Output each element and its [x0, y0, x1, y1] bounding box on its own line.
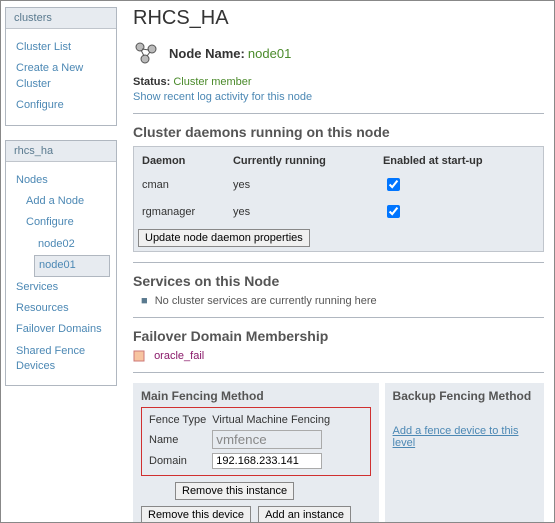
nav-create-cluster[interactable]: Create a New Cluster — [16, 58, 106, 95]
daemon-enabled-checkbox[interactable] — [387, 178, 400, 191]
daemons-title: Cluster daemons running on this node — [133, 124, 544, 140]
fence-config-highlight: Fence Type Virtual Machine Fencing Name … — [141, 407, 371, 476]
add-instance-button[interactable]: Add an instance — [258, 506, 351, 522]
services-none-text: No cluster services are currently runnin… — [155, 295, 377, 307]
failover-domain-link[interactable]: oracle_fail — [148, 350, 204, 362]
fence-name-field — [212, 430, 322, 449]
node-header: Node Name: node01 — [133, 40, 544, 66]
daemon-enabled-checkbox[interactable] — [387, 205, 400, 218]
node-name-value: node01 — [248, 46, 291, 61]
main-fencing-title: Main Fencing Method — [141, 389, 371, 403]
log-activity-link[interactable]: Show recent log activity for this node — [133, 91, 312, 103]
add-fence-device-backup-link[interactable]: Add a fence device to this level — [393, 425, 536, 449]
fence-domain-input[interactable] — [212, 453, 322, 469]
clusters-panel-head: clusters — [6, 8, 116, 29]
fence-type-value: Virtual Machine Fencing — [209, 412, 333, 428]
failover-icon — [133, 350, 145, 362]
fence-domain-label: Domain — [146, 451, 209, 471]
nav-add-node[interactable]: Add a Node — [16, 191, 106, 212]
services-none: ■ No cluster services are currently runn… — [133, 295, 544, 307]
daemons-box: Daemon Currently running Enabled at star… — [133, 146, 544, 252]
nav-resources[interactable]: Resources — [16, 298, 106, 319]
nav-nodes[interactable]: Nodes — [16, 170, 106, 191]
remove-device-button[interactable]: Remove this device — [141, 506, 251, 522]
remove-instance-button[interactable]: Remove this instance — [175, 482, 294, 500]
rhcs-panel-head: rhcs_ha — [6, 141, 116, 162]
main-fencing-panel: Main Fencing Method Fence Type Virtual M… — [133, 383, 379, 522]
bullet-icon: ■ — [141, 295, 152, 307]
rhcs-panel: rhcs_ha Nodes Add a Node Configure node0… — [5, 140, 117, 387]
daemon-name: rgmanager — [138, 198, 229, 225]
daemon-row-cman: cman yes — [138, 171, 539, 198]
fence-name-label: Name — [146, 428, 209, 451]
node-name-label: Node Name: — [169, 46, 245, 61]
failover-title: Failover Domain Membership — [133, 328, 544, 344]
nav-configure-clusters[interactable]: Configure — [16, 95, 106, 116]
backup-fencing-title: Backup Fencing Method — [393, 389, 536, 403]
backup-fencing-panel: Backup Fencing Method Add a fence device… — [385, 383, 544, 522]
daemon-col-enabled: Enabled at start-up — [379, 151, 539, 171]
nav-node01-selected[interactable]: node01 — [34, 255, 110, 276]
daemon-col-name: Daemon — [138, 151, 229, 171]
page-title: RHCS_HA — [133, 7, 544, 30]
fence-type-label: Fence Type — [146, 412, 209, 428]
nav-shared-fence[interactable]: Shared Fence Devices — [16, 341, 106, 378]
nav-failover-domains[interactable]: Failover Domains — [16, 319, 106, 340]
nav-configure-nodes[interactable]: Configure — [16, 212, 106, 233]
daemon-running: yes — [229, 171, 379, 198]
nav-cluster-list[interactable]: Cluster List — [16, 37, 106, 58]
daemon-row-rgmanager: rgmanager yes — [138, 198, 539, 225]
clusters-panel: clusters Cluster List Create a New Clust… — [5, 7, 117, 126]
daemon-running: yes — [229, 198, 379, 225]
status-label: Status: — [133, 76, 170, 88]
update-daemon-button[interactable]: Update node daemon properties — [138, 229, 310, 247]
status-value: Cluster member — [173, 76, 251, 88]
sidebar: clusters Cluster List Create a New Clust… — [1, 1, 121, 522]
nav-services[interactable]: Services — [16, 277, 106, 298]
daemon-name: cman — [138, 171, 229, 198]
main-content: RHCS_HA Node Name: node01 Status: Cluste… — [121, 1, 554, 522]
node-icon — [133, 40, 159, 66]
services-title: Services on this Node — [133, 273, 544, 289]
daemon-col-running: Currently running — [229, 151, 379, 171]
nav-node02[interactable]: node02 — [16, 234, 106, 255]
